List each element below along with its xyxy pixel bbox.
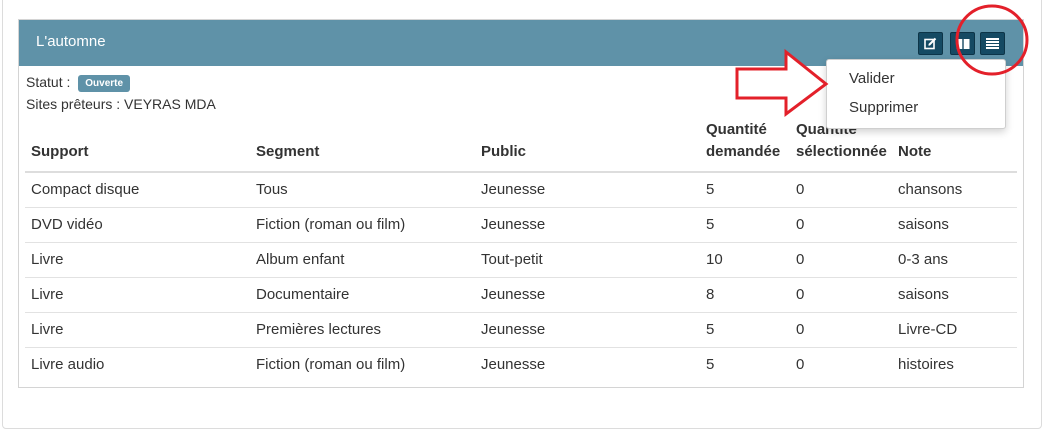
cell-qty-requested: 10	[700, 241, 790, 277]
status-label: Statut :	[26, 74, 71, 90]
cell-qty-selected: 0	[790, 346, 892, 382]
cell-qty-requested: 5	[700, 206, 790, 242]
cell-qty-selected: 0	[790, 311, 892, 347]
col-header-segment: Segment	[250, 119, 475, 173]
cell-note: chansons	[898, 181, 963, 199]
edit-icon	[924, 37, 937, 50]
menu-item-supprimer[interactable]: Supprimer	[849, 99, 918, 116]
col-header-support: Support	[25, 119, 250, 173]
table-row: DVD vidéo Fiction (roman ou film) Jeunes…	[25, 206, 1017, 242]
cell-public: Jeunesse	[475, 311, 700, 347]
cell-public: Jeunesse	[475, 206, 700, 242]
table-row: Livre Documentaire Jeunesse 8 0 saisons	[25, 276, 1017, 312]
cell-qty-requested: 5	[700, 311, 790, 347]
cell-qty-selected: 0	[790, 276, 892, 312]
cell-support: Livre audio	[25, 346, 250, 382]
cell-note: 0-3 ans	[892, 241, 1017, 277]
status-line: Statut : Ouverte	[26, 74, 131, 92]
cell-segment: Tous	[256, 181, 288, 199]
cell-note: saisons	[892, 206, 1017, 242]
lending-sites: Sites prêteurs : VEYRAS MDA	[26, 96, 216, 112]
cell-segment: Fiction (roman ou film)	[250, 206, 475, 242]
panel-title: L'automne	[36, 33, 106, 50]
cell-support: DVD vidéo	[25, 206, 250, 242]
cell-note: Livre-CD	[892, 311, 1017, 347]
cell-note: histoires	[892, 346, 1017, 382]
table-row: Livre audio Fiction (roman ou film) Jeun…	[25, 346, 1017, 382]
open-book-button[interactable]	[950, 32, 975, 55]
cell-support: Livre	[25, 241, 250, 277]
cell-support: Compact disque	[31, 181, 140, 199]
cell-qty-selected: 0	[790, 241, 892, 277]
actions-menu-button[interactable]	[980, 32, 1005, 55]
cell-public: Jeunesse	[475, 276, 700, 312]
cell-qty-requested: 5	[700, 346, 790, 382]
table-row: Livre Album enfant Tout-petit 10 0 0-3 a…	[25, 241, 1017, 277]
table-row: Livre Premières lectures Jeunesse 5 0 Li…	[25, 311, 1017, 347]
cell-support: Livre	[25, 276, 250, 312]
cell-note: saisons	[892, 276, 1017, 312]
actions-dropdown: Valider Supprimer	[826, 59, 1006, 129]
cell-support: Livre	[25, 311, 250, 347]
book-icon	[956, 38, 969, 49]
cell-qty-selected: 0	[790, 206, 892, 242]
edit-button[interactable]	[918, 32, 943, 55]
cell-segment: Album enfant	[250, 241, 475, 277]
cell-qty-selected: 0	[796, 181, 805, 199]
cell-public: Tout-petit	[475, 241, 700, 277]
cell-segment: Documentaire	[250, 276, 475, 312]
menu-item-valider[interactable]: Valider	[849, 70, 895, 87]
requests-table: Support Segment Public Quantité demandée …	[25, 119, 1017, 382]
cell-segment: Premières lectures	[250, 311, 475, 347]
cell-qty-requested: 5	[706, 181, 715, 199]
cell-public: Jeunesse	[481, 181, 546, 199]
status-badge: Ouverte	[78, 75, 131, 92]
col-header-qty-requested: Quantité demandée	[700, 119, 790, 173]
col-header-public: Public	[475, 119, 700, 173]
menu-icon	[986, 38, 999, 49]
cell-public: Jeunesse	[475, 346, 700, 382]
table-row: Compact disque Tous Jeunesse 5 0 chanson…	[25, 172, 1017, 207]
cell-qty-requested: 8	[700, 276, 790, 312]
cell-segment: Fiction (roman ou film)	[250, 346, 475, 382]
